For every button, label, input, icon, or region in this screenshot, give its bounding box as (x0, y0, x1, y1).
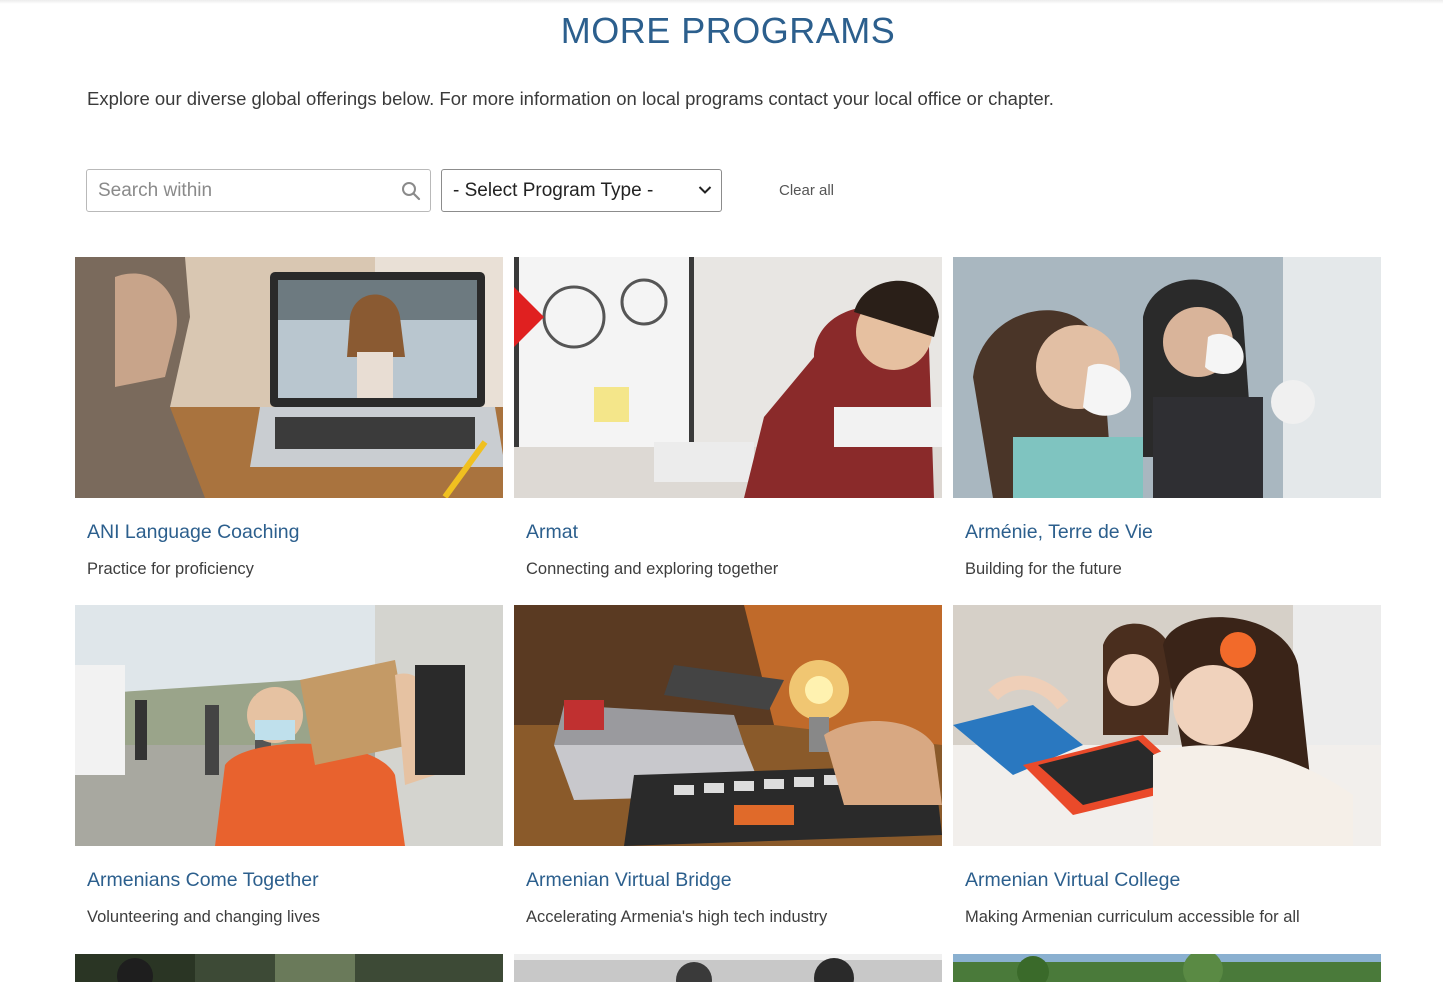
program-subtitle: Making Armenian curriculum accessible fo… (965, 908, 1300, 926)
boy-at-computer-photo[interactable] (514, 257, 942, 498)
page-title: MORE PROGRAMS (560, 10, 896, 51)
program-title[interactable]: Armenian Virtual College (965, 869, 1180, 892)
program-subtitle: Building for the future (965, 560, 1122, 578)
program-subtitle: Volunteering and changing lives (87, 908, 321, 926)
program-subtitle: Practice for proficiency (87, 560, 254, 578)
program-card-image-partial[interactable] (953, 954, 1381, 982)
program-title[interactable]: Armat (526, 521, 578, 544)
program-subtitle: Accelerating Armenia's high tech industr… (526, 908, 828, 926)
children-with-tablet-photo[interactable] (953, 605, 1381, 846)
video-call-laptop-photo[interactable] (75, 257, 503, 498)
intro-text: Explore our diverse global offerings bel… (87, 88, 1054, 109)
lightbulb-laptop-photo[interactable] (514, 605, 942, 846)
program-type-select-value: - Select Program Type - (453, 180, 654, 201)
search-field[interactable] (86, 169, 431, 212)
program-subtitle: Connecting and exploring together (526, 560, 779, 578)
search-input[interactable] (98, 170, 388, 211)
search-icon[interactable] (401, 181, 421, 201)
top-divider (0, 0, 1443, 4)
program-title[interactable]: Armenians Come Together (87, 869, 319, 892)
program-title[interactable]: ANI Language Coaching (87, 521, 300, 544)
program-title[interactable]: Armenian Virtual Bridge (526, 869, 732, 892)
volunteers-masks-photo[interactable] (953, 257, 1381, 498)
program-card-image-partial[interactable] (75, 954, 503, 982)
volunteer-carrying-box-photo[interactable] (75, 605, 503, 846)
clear-all-button[interactable]: Clear all (779, 182, 834, 199)
program-card-image-partial[interactable] (514, 954, 942, 982)
program-type-select[interactable]: - Select Program Type - (441, 169, 722, 212)
chevron-down-icon (698, 186, 712, 194)
program-title[interactable]: Arménie, Terre de Vie (965, 521, 1153, 544)
